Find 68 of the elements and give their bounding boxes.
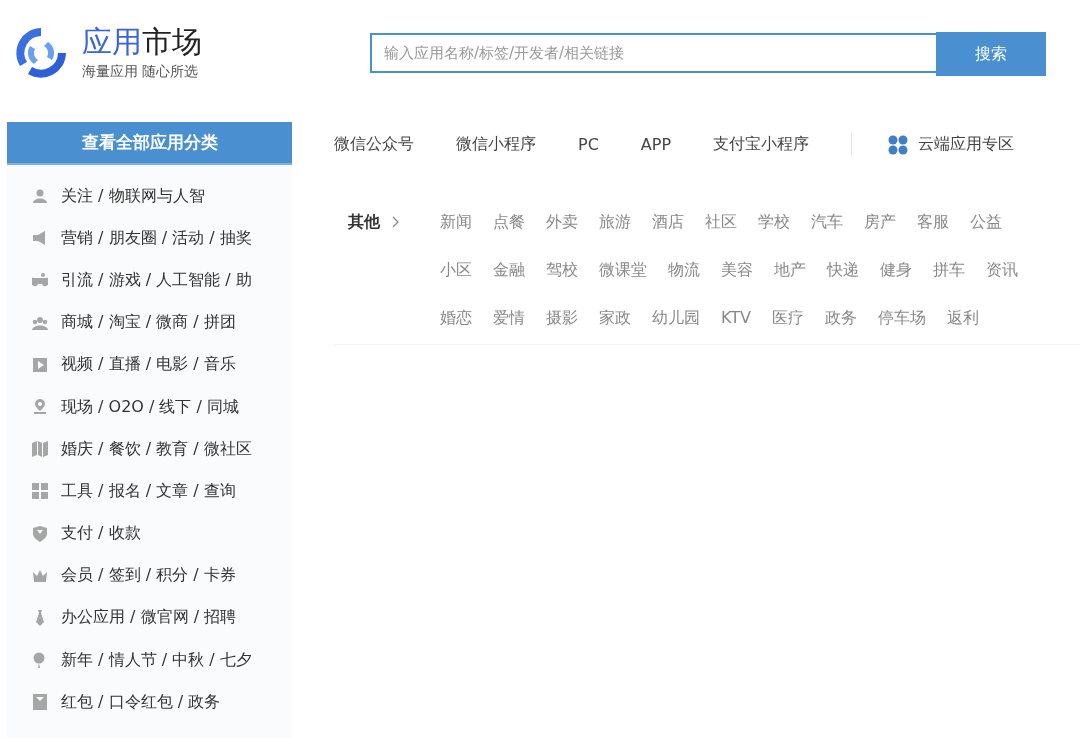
tag-link[interactable]: 资讯 bbox=[986, 258, 1018, 282]
tag-link[interactable]: 物流 bbox=[668, 258, 700, 282]
category-link[interactable]: 办公应用 / 微官网 / 招聘 bbox=[61, 607, 237, 629]
category-link[interactable]: 现场 / O2O / 线下 / 同城 bbox=[61, 396, 240, 418]
logo-title: 应用市场 bbox=[82, 25, 202, 59]
tag-link[interactable]: 汽车 bbox=[811, 210, 843, 234]
tag-link[interactable]: 微课堂 bbox=[599, 258, 647, 282]
category-link[interactable]: 引流 / 游戏 / 人工智能 / 助 bbox=[61, 269, 252, 291]
category-link[interactable]: 营销 / 朋友圈 / 活动 / 抽奖 bbox=[61, 227, 252, 249]
person-icon bbox=[32, 188, 48, 205]
map-icon bbox=[32, 441, 48, 458]
tag-link[interactable]: 美容 bbox=[721, 258, 753, 282]
tag-link[interactable]: 幼儿园 bbox=[652, 306, 700, 330]
envelope-icon bbox=[32, 694, 48, 711]
tag-link[interactable]: 小区 bbox=[440, 258, 472, 282]
search-button[interactable]: 搜索 bbox=[936, 32, 1046, 76]
other-category-link[interactable]: 其他 bbox=[348, 210, 440, 234]
shield-icon bbox=[32, 525, 48, 542]
platform-tab[interactable]: 微信公众号 bbox=[334, 134, 414, 155]
location-pin-icon bbox=[32, 399, 48, 416]
chevron-right-icon bbox=[392, 216, 400, 228]
tag-link[interactable]: 新闻 bbox=[440, 210, 472, 234]
category-link[interactable]: 婚庆 / 餐饮 / 教育 / 微社区 bbox=[61, 438, 252, 460]
tag-link[interactable]: 学校 bbox=[758, 210, 790, 234]
tag-link[interactable]: KTV bbox=[721, 306, 751, 330]
tag-link[interactable]: 返利 bbox=[946, 306, 979, 330]
tag-link[interactable]: 健身 bbox=[880, 258, 912, 282]
category-link[interactable]: 视频 / 直播 / 电影 / 音乐 bbox=[61, 354, 236, 376]
cloud-apps-link[interactable]: 云端应用专区 bbox=[888, 134, 1015, 155]
platform-tab[interactable]: APP bbox=[640, 135, 672, 154]
tag-link[interactable]: 爱情 bbox=[493, 306, 525, 330]
search-field[interactable]: 输入应用名称/标签/开发者/相关链接 bbox=[370, 33, 936, 73]
tag-link[interactable]: 停车场 bbox=[877, 306, 926, 330]
category-link[interactable]: 工具 / 报名 / 文章 / 查询 bbox=[61, 480, 236, 502]
tag-link[interactable]: 房产 bbox=[864, 210, 896, 234]
logo-slogan: 海量应用 随心所选 bbox=[82, 63, 200, 81]
four-dots-icon bbox=[888, 134, 909, 155]
tag-link[interactable]: 摄影 bbox=[546, 306, 578, 330]
category-link[interactable]: 新年 / 情人节 / 中秋 / 七夕 bbox=[61, 649, 252, 671]
tag-link[interactable]: 婚恋 bbox=[440, 306, 472, 330]
tag-link[interactable]: 公益 bbox=[970, 210, 1002, 234]
tag-link[interactable]: 社区 bbox=[705, 210, 737, 234]
tag-link[interactable]: 外卖 bbox=[546, 210, 578, 234]
category-link[interactable]: 商城 / 淘宝 / 微商 / 拼团 bbox=[61, 312, 236, 334]
platform-tab[interactable]: PC bbox=[578, 135, 599, 154]
category-link[interactable]: 会员 / 签到 / 积分 / 卡券 bbox=[61, 565, 236, 587]
tag-link[interactable]: 政务 bbox=[824, 306, 857, 330]
platform-tab[interactable]: 支付宝小程序 bbox=[713, 134, 810, 155]
tag-link[interactable]: 家政 bbox=[599, 306, 631, 330]
all-categories-button[interactable]: 查看全部应用分类 bbox=[7, 122, 292, 165]
tag-link[interactable]: 客服 bbox=[917, 210, 949, 234]
megaphone-icon bbox=[32, 230, 48, 247]
people-icon bbox=[32, 314, 48, 331]
tag-link[interactable]: 医疗 bbox=[771, 306, 804, 330]
grid-icon bbox=[32, 483, 48, 500]
play-icon bbox=[32, 356, 48, 373]
tag-link[interactable]: 金融 bbox=[493, 258, 525, 282]
category-link[interactable]: 红包 / 口令红包 / 政务 bbox=[61, 691, 221, 713]
category-link[interactable]: 关注 / 物联网与人智 bbox=[61, 185, 205, 207]
tag-link[interactable]: 酒店 bbox=[652, 210, 684, 234]
tag-link[interactable]: 旅游 bbox=[599, 210, 631, 234]
tag-link[interactable]: 地产 bbox=[774, 258, 806, 282]
category-link[interactable]: 支付 / 收款 bbox=[61, 523, 141, 545]
platform-tab[interactable]: 微信小程序 bbox=[456, 134, 536, 155]
tag-link[interactable]: 快递 bbox=[827, 258, 859, 282]
tag-link[interactable]: 点餐 bbox=[493, 210, 525, 234]
tag-link[interactable]: 拼车 bbox=[933, 258, 965, 282]
tag-link[interactable]: 驾校 bbox=[546, 258, 578, 282]
